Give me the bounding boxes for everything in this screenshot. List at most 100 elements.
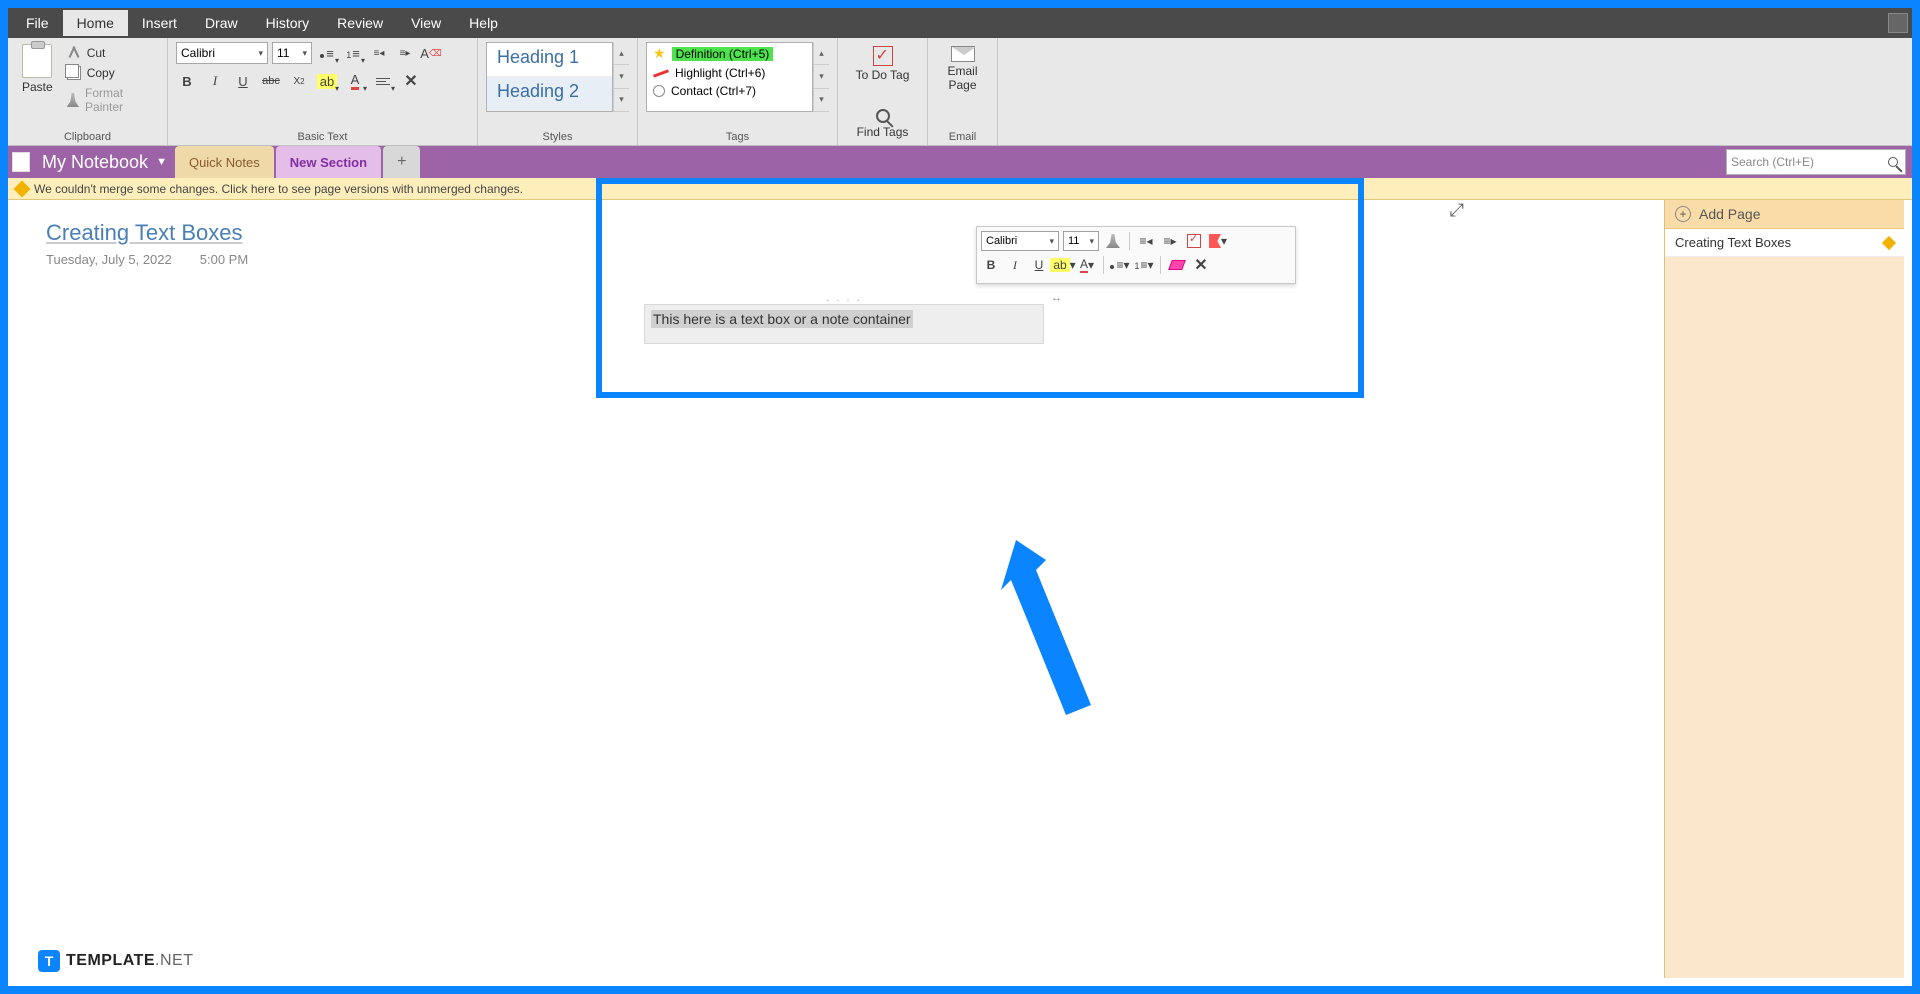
italic-button[interactable]: I: [204, 70, 226, 92]
ribbon-group-tags-list: ★Definition (Ctrl+5) Highlight (Ctrl+6) …: [638, 38, 838, 145]
tags-expand[interactable]: ▾: [814, 89, 829, 112]
add-page-button[interactable]: + Add Page: [1665, 200, 1904, 229]
expand-icon[interactable]: ⤢: [1450, 200, 1464, 221]
mini-size-dropdown[interactable]: 11▾: [1063, 231, 1099, 251]
styles-scroll-down[interactable]: ▾: [614, 65, 629, 88]
font-name-value: Calibri: [181, 46, 215, 60]
window-control-icon[interactable]: [1888, 13, 1908, 33]
mini-todo[interactable]: [1184, 231, 1204, 251]
increase-indent-button[interactable]: ≡▸: [394, 42, 416, 64]
cut-button[interactable]: Cut: [63, 44, 159, 62]
styles-scroll-up[interactable]: ▴: [614, 42, 629, 65]
mini-underline[interactable]: U: [1029, 255, 1049, 275]
search-icon: [876, 109, 890, 123]
mini-delete[interactable]: ✕: [1191, 255, 1211, 275]
delete-button[interactable]: ✕: [400, 70, 422, 92]
style-heading1[interactable]: Heading 1: [487, 43, 612, 77]
chevron-down-icon: ▾: [302, 48, 307, 59]
search-input[interactable]: Search (Ctrl+E): [1726, 149, 1906, 175]
highlight-button[interactable]: ab▾: [316, 70, 338, 92]
copy-icon: [67, 66, 81, 80]
format-painter-button[interactable]: Format Painter: [63, 84, 159, 116]
separator: [1160, 256, 1161, 274]
plus-circle-icon: +: [1675, 206, 1691, 222]
page-title[interactable]: Creating Text Boxes: [46, 220, 1634, 246]
paste-button[interactable]: Paste: [16, 42, 59, 116]
tag-item-definition[interactable]: ★Definition (Ctrl+5): [647, 43, 812, 64]
subscript-button[interactable]: X2: [288, 70, 310, 92]
font-name-dropdown[interactable]: Calibri ▾: [176, 42, 268, 64]
chevron-down-icon: ▼: [156, 156, 167, 168]
tags-scroll-up[interactable]: ▴: [814, 42, 829, 65]
underline-button[interactable]: U: [232, 70, 254, 92]
align-button[interactable]: ▾: [372, 70, 394, 92]
tab-add-section[interactable]: +: [383, 146, 420, 178]
menu-draw[interactable]: Draw: [191, 10, 252, 36]
contact-icon: [653, 85, 665, 97]
todo-tag-button[interactable]: To Do Tag: [846, 42, 919, 86]
ribbon-group-basic-text: Calibri ▾ 11 ▾ ≡▾ ≡▾ ≡◂ ≡▸ A⌫ B I U abc X2…: [168, 38, 478, 145]
merge-warning-text: We couldn't merge some changes. Click he…: [34, 182, 523, 196]
menu-history[interactable]: History: [252, 10, 324, 36]
email-group-label: Email: [936, 129, 989, 143]
tag-item-highlight[interactable]: Highlight (Ctrl+6): [647, 64, 812, 82]
copy-button[interactable]: Copy: [63, 64, 159, 82]
menu-bar: File Home Insert Draw History Review Vie…: [8, 8, 1912, 38]
search-placeholder: Search (Ctrl+E): [1731, 155, 1814, 169]
bold-button[interactable]: B: [176, 70, 198, 92]
notebook-icon[interactable]: [12, 152, 30, 172]
tab-quick-notes[interactable]: Quick Notes: [175, 146, 274, 178]
find-tags-button[interactable]: Find Tags: [846, 105, 919, 143]
watermark: T TEMPLATE.NET: [38, 950, 193, 972]
mini-bullets[interactable]: ≡▾: [1110, 255, 1130, 275]
numbering-button[interactable]: ≡▾: [342, 42, 364, 64]
ribbon-group-tag-actions: To Do Tag Find Tags: [838, 38, 928, 145]
note-container[interactable]: . . . . ↔ This here is a text box or a n…: [644, 292, 1044, 344]
menu-review[interactable]: Review: [323, 10, 397, 36]
menu-home[interactable]: Home: [63, 10, 128, 36]
mini-bold[interactable]: B: [981, 255, 1001, 275]
tags-scroll-down[interactable]: ▾: [814, 65, 829, 88]
font-size-dropdown[interactable]: 11 ▾: [272, 42, 312, 64]
tag-highlight-label: Highlight (Ctrl+6): [675, 66, 765, 80]
star-icon: ★: [653, 45, 666, 62]
merge-warning-bar[interactable]: We couldn't merge some changes. Click he…: [8, 178, 1912, 200]
styles-expand[interactable]: ▾: [614, 89, 629, 112]
menu-view[interactable]: View: [397, 10, 455, 36]
page-list-item[interactable]: Creating Text Boxes: [1665, 229, 1904, 257]
mini-outdent[interactable]: ≡◂: [1136, 231, 1156, 251]
decrease-indent-button[interactable]: ≡◂: [368, 42, 390, 64]
mini-italic[interactable]: I: [1005, 255, 1025, 275]
style-heading2[interactable]: Heading 2: [487, 77, 612, 111]
ribbon-group-email: Email Page Email: [928, 38, 998, 145]
mini-highlight[interactable]: ab▾: [1053, 255, 1073, 275]
chevron-down-icon: ▾: [258, 48, 263, 59]
menu-file[interactable]: File: [12, 10, 63, 36]
email-page-button[interactable]: Email Page: [936, 42, 989, 96]
mini-font-color[interactable]: A▾: [1077, 255, 1097, 275]
mini-flag[interactable]: ▾: [1208, 231, 1228, 251]
font-color-button[interactable]: A▾: [344, 70, 366, 92]
notebook-dropdown[interactable]: My Notebook▼: [36, 152, 173, 173]
mini-indent[interactable]: ≡▸: [1160, 231, 1180, 251]
tab-new-section[interactable]: New Section: [276, 146, 381, 178]
pen-icon: [653, 69, 669, 77]
mini-format-painter[interactable]: [1103, 231, 1123, 251]
tag-item-contact[interactable]: Contact (Ctrl+7): [647, 82, 812, 100]
note-text[interactable]: This here is a text box or a note contai…: [651, 310, 913, 328]
clear-formatting-button[interactable]: A⌫: [420, 42, 442, 64]
font-size-value: 11: [277, 46, 289, 60]
mini-eraser[interactable]: [1167, 255, 1187, 275]
menu-help[interactable]: Help: [455, 10, 512, 36]
mini-font-dropdown[interactable]: Calibri▾: [981, 231, 1059, 251]
menu-insert[interactable]: Insert: [128, 10, 191, 36]
page-time: 5:00 PM: [200, 252, 248, 267]
note-move-handle[interactable]: . . . .: [644, 292, 1044, 304]
note-body[interactable]: This here is a text box or a note contai…: [644, 304, 1044, 344]
strikethrough-button[interactable]: abc: [260, 70, 282, 92]
page-canvas[interactable]: Creating Text Boxes Tuesday, July 5, 202…: [16, 200, 1664, 978]
bullets-button[interactable]: ≡▾: [316, 42, 338, 64]
warning-diamond-icon: [1882, 235, 1896, 249]
note-resize-handle[interactable]: ↔: [1051, 292, 1062, 304]
mini-numbering[interactable]: ≡▾: [1134, 255, 1154, 275]
